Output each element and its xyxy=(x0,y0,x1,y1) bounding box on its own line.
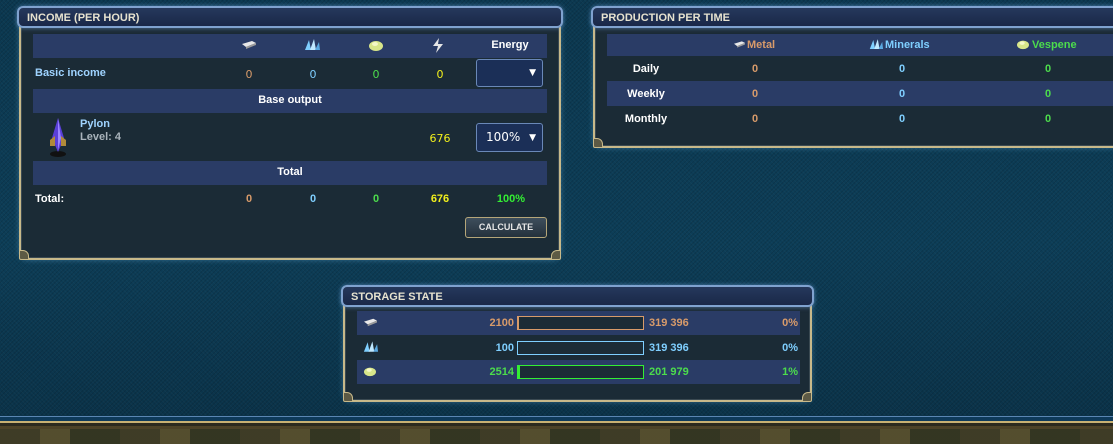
pylon-percent-value: 100% xyxy=(486,130,520,144)
storage-panel: STORAGE STATE 2100 319 396 0% 100 319 39… xyxy=(343,289,812,402)
totals-row: Total: 0 0 0 676 100% xyxy=(33,185,547,213)
production-row-label: Weekly xyxy=(607,88,685,100)
storage-crystal-percent: 0% xyxy=(782,342,798,354)
production-panel: PRODUCTION PER TIME Metal Minerals Vespe… xyxy=(593,10,1113,148)
production-weekly-metal: 0 xyxy=(735,88,775,100)
production-metal-header: Metal xyxy=(747,39,775,51)
vespene-icon xyxy=(363,365,377,377)
corner-ornament xyxy=(593,138,603,148)
basic-income-label: Basic income xyxy=(35,67,106,79)
total-header: Total xyxy=(33,161,547,185)
production-title: PRODUCTION PER TIME xyxy=(591,6,1113,28)
income-header-row: Energy xyxy=(33,34,547,58)
totals-label: Total: xyxy=(35,193,64,205)
metal-bar-icon xyxy=(363,316,378,329)
income-panel: INCOME (PER HOUR) Energy Basic income 0 … xyxy=(19,10,561,260)
storage-metal-bar xyxy=(517,316,644,330)
production-row-label: Daily xyxy=(607,63,685,75)
lightning-icon xyxy=(431,38,445,53)
totals-vespene: 0 xyxy=(356,193,396,205)
crystal-icon xyxy=(868,38,884,51)
basic-income-select[interactable]: ▼ xyxy=(476,59,543,87)
production-row-daily: Daily 0 0 0 xyxy=(607,57,1113,81)
base-output-label: Base output xyxy=(33,94,547,106)
metal-bar-icon xyxy=(733,39,746,50)
production-daily-minerals: 0 xyxy=(882,63,922,75)
pylon-percent-select[interactable]: 100% ▼ xyxy=(476,123,543,152)
production-minerals-header: Minerals xyxy=(885,39,930,51)
storage-vespene-amount: 2514 xyxy=(490,366,514,378)
totals-energy: 676 xyxy=(420,193,460,205)
energy-column-header: Energy xyxy=(475,39,545,51)
metal-bar-icon xyxy=(241,38,257,52)
production-vespene-header: Vespene xyxy=(1032,39,1077,51)
production-monthly-vespene: 0 xyxy=(1028,113,1068,125)
production-row-monthly: Monthly 0 0 0 xyxy=(607,106,1113,131)
storage-row-metal: 2100 319 396 0% xyxy=(357,311,800,335)
production-daily-vespene: 0 xyxy=(1028,63,1068,75)
production-monthly-metal: 0 xyxy=(735,113,775,125)
storage-crystal-capacity: 319 396 xyxy=(649,342,689,354)
production-row-weekly: Weekly 0 0 0 xyxy=(607,81,1113,106)
production-daily-metal: 0 xyxy=(735,63,775,75)
storage-metal-amount: 2100 xyxy=(490,317,514,329)
vespene-icon xyxy=(1016,38,1030,50)
storage-vespene-percent: 1% xyxy=(782,366,798,378)
storage-metal-bar-fill xyxy=(518,317,519,329)
corner-ornament xyxy=(343,392,353,402)
total-section-label: Total xyxy=(33,166,547,178)
pylon-row: Pylon Level: 4 676 100% ▼ xyxy=(33,113,547,161)
vespene-icon xyxy=(368,38,384,52)
bottom-frame-bar xyxy=(0,416,1113,444)
crystal-icon xyxy=(362,340,379,354)
storage-crystal-amount: 100 xyxy=(496,342,514,354)
storage-metal-percent: 0% xyxy=(782,317,798,329)
totals-crystal: 0 xyxy=(293,193,333,205)
basic-income-row: Basic income 0 0 0 0 ▼ xyxy=(33,58,547,88)
income-title: INCOME (PER HOUR) xyxy=(17,6,563,28)
corner-ornament xyxy=(19,250,29,260)
totals-metal: 0 xyxy=(229,193,269,205)
storage-vespene-bar xyxy=(517,365,644,379)
chevron-down-icon: ▼ xyxy=(529,133,536,143)
production-monthly-minerals: 0 xyxy=(882,113,922,125)
pylon-icon xyxy=(47,116,69,158)
calculate-button[interactable]: CALCULATE xyxy=(465,217,547,238)
storage-title: STORAGE STATE xyxy=(341,285,814,307)
production-row-label: Monthly xyxy=(607,113,685,125)
base-output-header: Base output xyxy=(33,89,547,113)
production-weekly-vespene: 0 xyxy=(1028,88,1068,100)
storage-metal-capacity: 319 396 xyxy=(649,317,689,329)
storage-vespene-bar-fill xyxy=(518,366,520,378)
storage-crystal-bar xyxy=(517,341,644,355)
basic-income-metal: 0 xyxy=(229,68,269,81)
chevron-down-icon: ▼ xyxy=(529,68,536,78)
basic-income-crystal: 0 xyxy=(293,68,333,81)
basic-income-vespene: 0 xyxy=(356,68,396,81)
pylon-name: Pylon xyxy=(80,118,110,130)
corner-ornament xyxy=(551,250,561,260)
storage-vespene-capacity: 201 979 xyxy=(649,366,689,378)
storage-row-vespene: 2514 201 979 1% xyxy=(357,360,800,384)
basic-income-energy: 0 xyxy=(420,68,460,81)
totals-percent: 100% xyxy=(479,193,543,205)
production-header-row: Metal Minerals Vespene xyxy=(607,34,1113,56)
corner-ornament xyxy=(802,392,812,402)
crystal-icon xyxy=(303,38,321,52)
production-weekly-minerals: 0 xyxy=(882,88,922,100)
storage-row-crystal: 100 319 396 0% xyxy=(357,335,800,360)
pylon-energy: 676 xyxy=(420,132,460,145)
pylon-level: Level: 4 xyxy=(80,131,121,143)
